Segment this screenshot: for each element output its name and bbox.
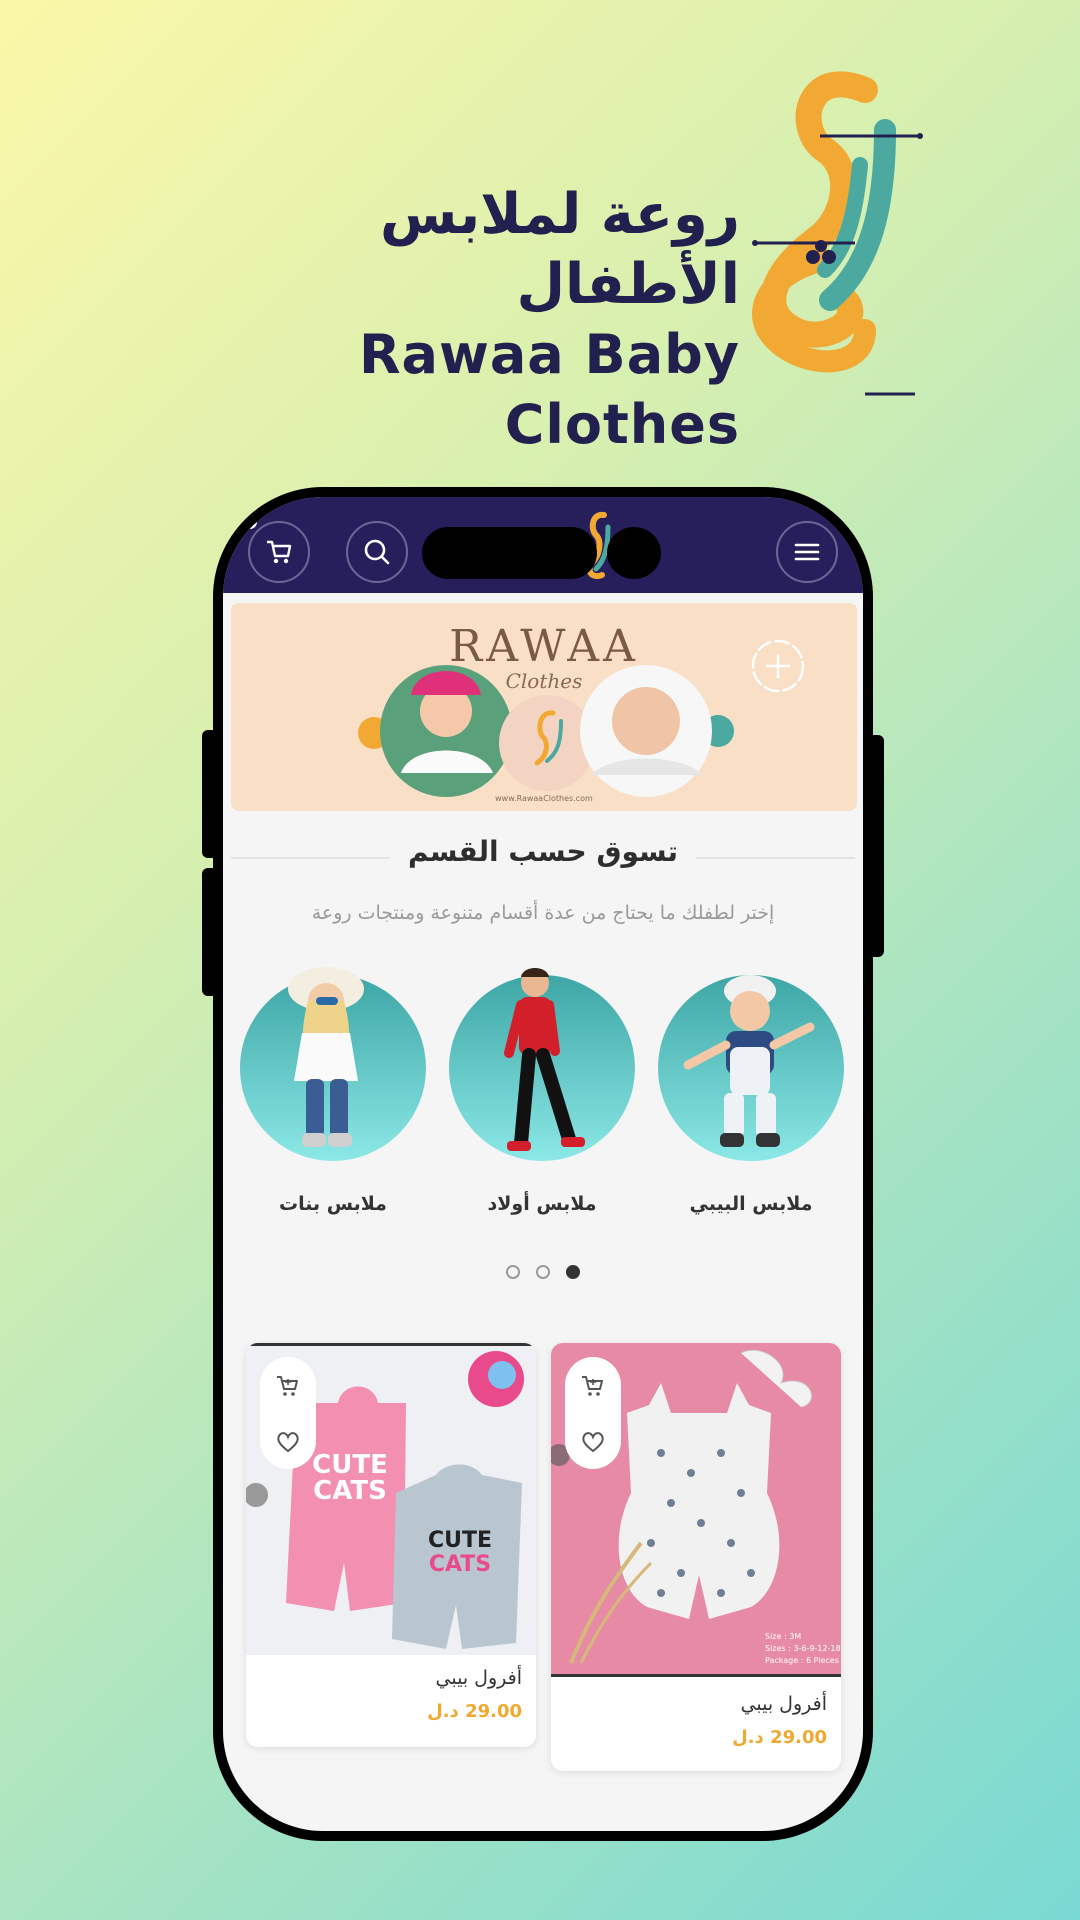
product-price: 29.00 د.ل: [732, 1727, 827, 1748]
carousel-dot[interactable]: [506, 1265, 520, 1279]
category-label: ملابس البيبي: [689, 1193, 813, 1215]
hamburger-icon: [794, 543, 820, 561]
category-label: ملابس بنات: [279, 1193, 387, 1215]
print-text-cats: CATS: [313, 1476, 387, 1506]
add-to-cart-icon[interactable]: [274, 1372, 302, 1400]
dynamic-island: [422, 527, 597, 579]
category-label: ملابس أولاد: [487, 1193, 597, 1215]
app-top-bar: [223, 497, 863, 593]
cart-badge: [243, 515, 257, 529]
product-card[interactable]: Size : 3M Sizes : 3-6-9-12-18 Package : …: [551, 1343, 841, 1771]
girl-photo: [288, 967, 364, 1147]
product-name: أفرول بيبي: [740, 1693, 827, 1715]
section-title: تسوق حسب القسم: [389, 835, 697, 868]
card-actions: [260, 1357, 316, 1469]
carousel-indicator: [223, 1265, 863, 1279]
print-text-cats-2: CATS: [429, 1552, 491, 1577]
cart-button[interactable]: [248, 521, 310, 583]
add-icon[interactable]: [751, 639, 805, 693]
heart-icon[interactable]: [275, 1429, 301, 1455]
product-name: أفرول بيبي: [435, 1667, 522, 1689]
boy-photo: [504, 968, 585, 1151]
print-text-cute-2: CUTE: [428, 1528, 492, 1553]
search-button[interactable]: [346, 521, 408, 583]
heart-icon[interactable]: [580, 1429, 606, 1455]
tag-sizes: Sizes : 3-6-9-12-18: [765, 1644, 841, 1653]
add-to-cart-icon[interactable]: [579, 1372, 607, 1400]
promo-banner[interactable]: RAWAA Clothes www.RawaaClothes.com: [231, 603, 857, 811]
carousel-dot-active[interactable]: [566, 1265, 580, 1279]
carousel-dot[interactable]: [536, 1265, 550, 1279]
menu-button[interactable]: [776, 521, 838, 583]
product-card[interactable]: CUTE CATS CUTE CATS أفرول بيبي 29.00 د.ل: [246, 1343, 536, 1747]
section-heading: تسوق حسب القسم: [223, 835, 863, 868]
cart-icon: [267, 540, 292, 564]
baby-photo: [683, 975, 815, 1147]
tag-size: Size : 3M: [765, 1632, 801, 1641]
card-actions: [565, 1357, 621, 1469]
brand-name-english: Rawaa Baby Clothes: [358, 323, 740, 456]
section-subtitle: إختر لطفلك ما يحتاج من عدة أقسام متنوعة …: [311, 902, 775, 924]
product-price: 29.00 د.ل: [427, 1701, 522, 1722]
brand-logo: [752, 71, 923, 396]
phone-frame: RAWAA Clothes www.RawaaClothes.com تسوق …: [213, 487, 873, 1841]
brand-name-arabic: روعة لملابس الأطفال: [379, 182, 740, 317]
banner-url: www.RawaaClothes.com: [495, 794, 593, 803]
brand-header: روعة لملابس الأطفال Rawaa Baby Clothes: [140, 180, 740, 460]
search-icon: [364, 539, 390, 565]
phone-screen: RAWAA Clothes www.RawaaClothes.com تسوق …: [223, 497, 863, 1831]
tag-package: Package : 6 Pieces: [765, 1656, 839, 1665]
banner-artwork: www.RawaaClothes.com: [358, 665, 734, 803]
camera-cutout: [607, 527, 661, 579]
